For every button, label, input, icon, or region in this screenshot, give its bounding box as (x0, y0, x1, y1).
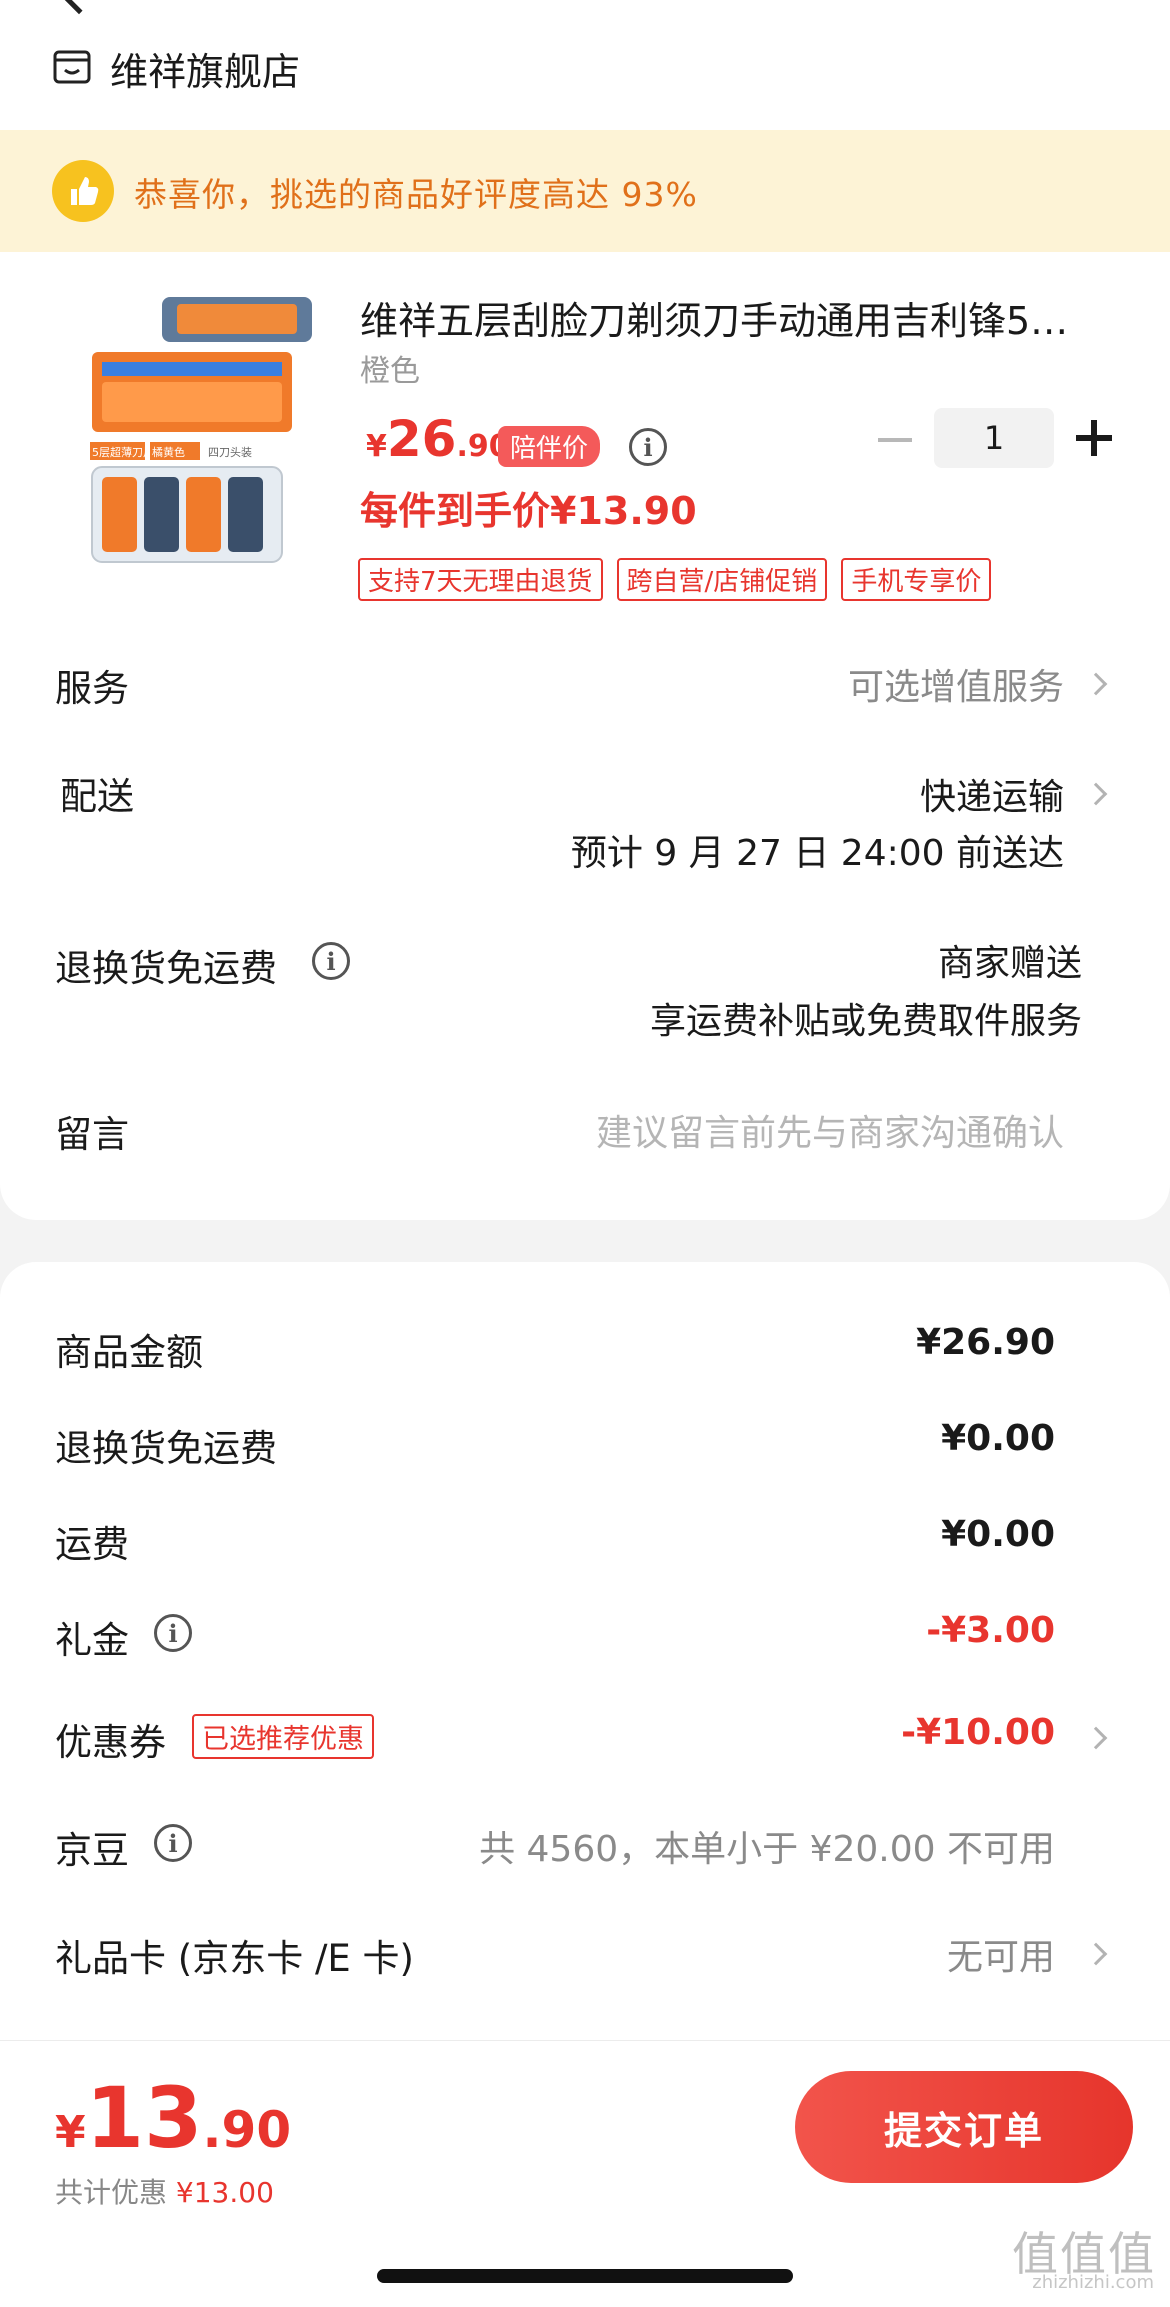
order-card: 5层超薄刀片 橘黄色 四刀头装 维祥五层刮脸刀剃须刀手动通用吉利锋5… 橙色 ¥… (0, 252, 1170, 1220)
message-label: 留言 (55, 1113, 129, 1156)
total-decimal: .90 (202, 2101, 292, 2159)
service-chevron-icon[interactable] (1084, 672, 1108, 696)
home-indicator[interactable] (377, 2269, 793, 2283)
store-icon (53, 50, 91, 84)
gift-card-value[interactable]: 无可用 (947, 1928, 1055, 1980)
submit-order-button[interactable]: 提交订单 (795, 2071, 1133, 2183)
gift-card-label: 礼品卡 (京东卡 /E 卡) (55, 1937, 414, 1980)
coupon-label: 优惠券 (55, 1721, 166, 1764)
product-image[interactable]: 5层超薄刀片 橘黄色 四刀头装 (82, 292, 332, 572)
discount-label: 共计优惠 (55, 2176, 168, 2209)
checkout-bar: ¥ 13 .90 共计优惠 ¥13.00 提交订单 (0, 2040, 1170, 2307)
gift-card-chevron-icon[interactable] (1084, 1942, 1108, 1966)
service-value[interactable]: 可选增值服务 (848, 658, 1064, 710)
goods-amount-label: 商品金额 (55, 1331, 203, 1374)
store-name: 维祥旗舰店 (110, 49, 301, 94)
price-summary-card: 商品金额 ¥26.90 退换货免运费 ¥0.00 运费 ¥0.00 礼金 i -… (0, 1262, 1170, 2062)
return-shipping-sub: 享运费补贴或免费取件服务 (649, 1001, 1082, 1042)
price-integer: 26 (386, 410, 457, 468)
unit-price: 每件到手价¥13.90 (360, 489, 697, 533)
product-title[interactable]: 维祥五层刮脸刀剃须刀手动通用吉利锋5… (360, 290, 1120, 345)
return-shipping-label: 退换货免运费 (55, 947, 277, 990)
return-shipping-value: 商家赠送 (937, 943, 1082, 984)
delivery-eta: 预计 9 月 27 日 24:00 前送达 (570, 833, 1064, 874)
quantity-input[interactable]: 1 (934, 408, 1054, 468)
rating-banner: 恭喜你，挑选的商品好评度高达 93% (0, 130, 1170, 252)
image-label-3: 四刀头装 (208, 446, 252, 459)
tag-promo: 跨自营/店铺促销 (616, 558, 828, 601)
total-symbol: ¥ (55, 2107, 86, 2158)
product-tags: 支持7天无理由退货 跨自营/店铺促销 手机专享价 (358, 558, 992, 601)
back-icon[interactable] (57, 0, 101, 15)
top-bar: 维祥旗舰店 (0, 0, 1170, 130)
coupon-tag: 已选推荐优惠 (192, 1714, 374, 1759)
quantity-plus-button[interactable] (1076, 420, 1112, 456)
jingdou-label: 京豆 (55, 1829, 129, 1872)
goods-amount-value: ¥26.90 (916, 1322, 1055, 1363)
total-discount: 共计优惠 ¥13.00 (55, 2171, 274, 2211)
delivery-label: 配送 (60, 775, 134, 818)
return-fee-value: ¥0.00 (941, 1418, 1055, 1459)
product-variant: 橙色 (360, 354, 420, 389)
watermark-url: zhizhizhi.com (1032, 2272, 1154, 2293)
gift-money-label: 礼金 (55, 1619, 129, 1662)
service-label: 服务 (55, 667, 129, 710)
discount-value: ¥13.00 (175, 2176, 274, 2209)
price-symbol: ¥ (366, 429, 387, 464)
price-badge: 陪伴价 (498, 426, 601, 467)
gift-money-value: -¥3.00 (926, 1610, 1055, 1651)
jingdou-info-icon[interactable]: i (154, 1824, 192, 1862)
coupon-chevron-icon[interactable] (1084, 1726, 1108, 1750)
total-integer: 13 (85, 2069, 203, 2167)
quantity-minus-button[interactable] (878, 438, 912, 442)
banner-text: 恭喜你，挑选的商品好评度高达 93% (134, 175, 698, 214)
product-price: ¥ 26 .90 (366, 410, 510, 468)
shipping-value: ¥0.00 (941, 1514, 1055, 1555)
image-label-1: 5层超薄刀片 (92, 445, 154, 459)
store-row[interactable]: 维祥旗舰店 (52, 40, 300, 96)
price-info-icon[interactable]: i (629, 428, 667, 466)
gift-money-info-icon[interactable]: i (154, 1614, 192, 1652)
coupon-value[interactable]: -¥10.00 (901, 1712, 1055, 1753)
thumbs-up-icon (52, 160, 114, 222)
delivery-chevron-icon[interactable] (1084, 782, 1108, 806)
shipping-label: 运费 (55, 1523, 129, 1566)
total-price: ¥ 13 .90 (55, 2069, 291, 2167)
delivery-value[interactable]: 快递运输 (920, 768, 1064, 820)
tag-mobile: 手机专享价 (841, 558, 992, 601)
image-label-2: 橘黄色 (152, 445, 185, 459)
jingdou-value: 共 4560，本单小于 ¥20.00 不可用 (479, 1829, 1055, 1870)
tag-return: 支持7天无理由退货 (358, 558, 603, 601)
message-input[interactable]: 建议留言前先与商家沟通确认 (596, 1104, 1064, 1156)
return-shipping-info-icon[interactable]: i (312, 942, 350, 980)
return-fee-label: 退换货免运费 (55, 1427, 277, 1470)
